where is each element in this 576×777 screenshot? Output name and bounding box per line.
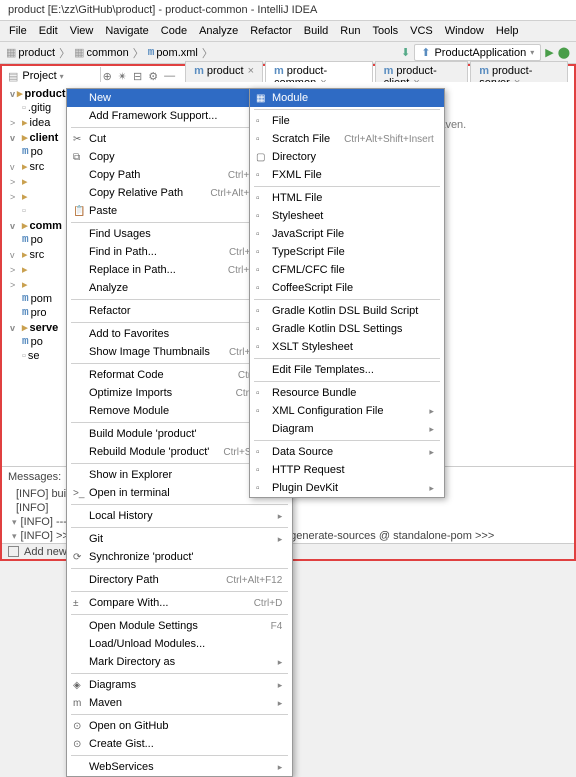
project-label[interactable]: Project — [22, 70, 56, 82]
tree-item[interactable]: ▫se — [10, 349, 62, 363]
menu-item[interactable]: Diagram▸ — [250, 420, 444, 438]
menu-item[interactable]: Edit File Templates... — [250, 361, 444, 379]
breadcrumb-module[interactable]: common — [87, 47, 129, 59]
menu-item[interactable]: ▫Scratch FileCtrl+Alt+Shift+Insert — [250, 130, 444, 148]
tree-item[interactable]: v▸serve — [10, 320, 62, 335]
menu-refactor[interactable]: Refactor — [245, 23, 297, 39]
menu-item[interactable]: ▫JavaScript File — [250, 225, 444, 243]
menu-item[interactable]: ±Compare With...Ctrl+D — [67, 594, 292, 612]
menu-navigate[interactable]: Navigate — [100, 23, 153, 39]
run-config-select[interactable]: ⬆ ProductApplication ▾ — [414, 44, 541, 61]
menu-item[interactable]: mMaven▸ — [67, 694, 292, 712]
menu-item[interactable]: WebServices▸ — [67, 758, 292, 776]
menu-file[interactable]: File — [4, 23, 32, 39]
menu-item[interactable]: ▫Gradle Kotlin DSL Settings — [250, 320, 444, 338]
tree-item[interactable]: mpom — [10, 292, 62, 306]
tree-item[interactable]: ▫ — [10, 204, 62, 218]
menu-item[interactable]: Directory PathCtrl+Alt+F12 — [67, 571, 292, 589]
menu-item[interactable]: ▢Directory — [250, 148, 444, 166]
menu-edit[interactable]: Edit — [34, 23, 63, 39]
tree-item[interactable]: v▸client — [10, 130, 62, 145]
menu-item[interactable]: ▫HTML File — [250, 189, 444, 207]
settings-icon[interactable]: ⚙ — [148, 70, 158, 83]
tree-item[interactable]: >▸idea — [10, 115, 62, 130]
menu-item[interactable]: ▫Data Source▸ — [250, 443, 444, 461]
tree-item[interactable]: mpo — [10, 335, 62, 349]
menu-build[interactable]: Build — [299, 23, 333, 39]
menu-analyze[interactable]: Analyze — [194, 23, 243, 39]
menu-item[interactable]: ◈Diagrams▸ — [67, 676, 292, 694]
menu-item[interactable]: Open Module SettingsF4 — [67, 617, 292, 635]
menu-item[interactable]: ▫TypeScript File — [250, 243, 444, 261]
menu-bar: File Edit View Navigate Code Analyze Ref… — [0, 21, 576, 42]
menu-vcs[interactable]: VCS — [405, 23, 438, 39]
tree-item[interactable]: >▸ — [10, 262, 62, 277]
tree-item[interactable]: v▸comm — [10, 218, 62, 233]
tree-item[interactable]: v▸src — [10, 247, 62, 262]
tree-item[interactable]: v▸src — [10, 159, 62, 174]
run-button[interactable]: ▶ — [545, 46, 553, 59]
menu-item[interactable]: ▫HTTP Request — [250, 461, 444, 479]
menu-item[interactable]: ▫File — [250, 112, 444, 130]
scroll-from-icon[interactable]: ⊕ — [103, 70, 112, 83]
menu-help[interactable]: Help — [491, 23, 524, 39]
menu-item[interactable]: Git▸ — [67, 530, 292, 548]
menu-tools[interactable]: Tools — [367, 23, 403, 39]
tree-item[interactable]: >▸ — [10, 277, 62, 292]
expand-icon[interactable]: ✴ — [118, 70, 127, 83]
tree-item[interactable]: >▸ — [10, 189, 62, 204]
menu-item[interactable]: Mark Directory as▸ — [67, 653, 292, 671]
close-icon[interactable]: × — [248, 65, 254, 77]
tree-item[interactable]: >▸ — [10, 174, 62, 189]
menu-item[interactable]: Local History▸ — [67, 507, 292, 525]
tree-item[interactable]: mpo — [10, 233, 62, 247]
menu-item[interactable]: ▦Module — [250, 89, 444, 107]
tree-item[interactable]: v▸product — [10, 86, 62, 101]
menu-window[interactable]: Window — [440, 23, 489, 39]
menu-code[interactable]: Code — [156, 23, 192, 39]
hide-icon[interactable]: — — [164, 70, 175, 83]
menu-item[interactable]: ▫CFML/CFC file — [250, 261, 444, 279]
menu-item[interactable]: ▫CoffeeScript File — [250, 279, 444, 297]
menu-item[interactable]: ▫XML Configuration File▸ — [250, 402, 444, 420]
menu-item[interactable]: ⟳Synchronize 'product' — [67, 548, 292, 566]
menu-item[interactable]: ▫FXML File — [250, 166, 444, 184]
breadcrumb: ▦ product 〉 ▦ common 〉 m pom.xml 〉 — [6, 45, 215, 61]
toolwindow-toggle-icon[interactable] — [8, 546, 19, 557]
tree-item[interactable]: ▫.gitig — [10, 101, 62, 115]
tree-item[interactable]: mpo — [10, 145, 62, 159]
menu-item[interactable]: Load/Unload Modules... — [67, 635, 292, 653]
menu-view[interactable]: View — [65, 23, 99, 39]
new-submenu[interactable]: ▦Module ▫File▫Scratch FileCtrl+Alt+Shift+… — [249, 88, 445, 498]
collapse-icon[interactable]: ⊟ — [133, 70, 142, 83]
menu-item[interactable]: ⊙Open on GitHub — [67, 717, 292, 735]
menu-item[interactable]: ▫Plugin DevKit▸ — [250, 479, 444, 497]
menu-item[interactable]: ▫XSLT Stylesheet — [250, 338, 444, 356]
debug-button[interactable]: ⬤ — [558, 46, 570, 59]
build-icon[interactable]: ⬇ — [401, 46, 410, 59]
window-title: product [E:\zz\GitHub\product] - product… — [0, 0, 576, 21]
menu-item[interactable]: ▫Resource Bundle — [250, 384, 444, 402]
project-tree[interactable]: v▸product▫.gitig>▸ideav▸clientmpov▸src>▸… — [6, 82, 66, 367]
menu-item[interactable]: ⊙Create Gist... — [67, 735, 292, 753]
menu-item[interactable]: ▫Stylesheet — [250, 207, 444, 225]
menu-item[interactable]: ▫Gradle Kotlin DSL Build Script — [250, 302, 444, 320]
menu-run[interactable]: Run — [335, 23, 365, 39]
breadcrumb-root[interactable]: product — [18, 47, 55, 59]
breadcrumb-file[interactable]: pom.xml — [156, 47, 198, 59]
tree-item[interactable]: mpro — [10, 306, 62, 320]
